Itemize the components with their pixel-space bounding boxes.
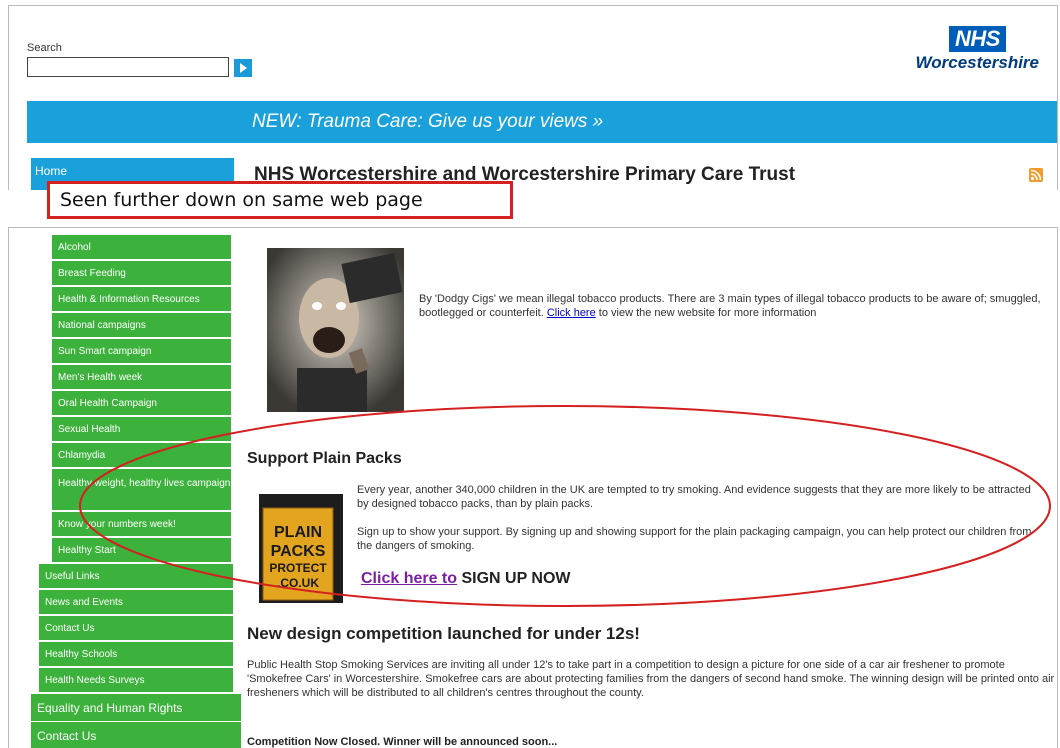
sidebar-item-health-needs-surveys[interactable]: Health Needs Surveys (39, 668, 233, 693)
dodgy-cigs-link[interactable]: Click here (547, 307, 596, 319)
dodgy-cigs-description: By 'Dodgy Cigs' we mean illegal tobacco … (419, 293, 1041, 319)
sidebar-item-equality[interactable]: Equality and Human Rights (31, 694, 241, 722)
news-banner[interactable]: NEW: Trauma Care: Give us your views » (27, 101, 1057, 143)
sidebar-item-contact-us[interactable]: Contact Us (39, 616, 233, 641)
page-header-snippet: Search NHS Worcestershire NEW: Trauma Ca… (8, 5, 1058, 190)
competition-heading: New design competition launched for unde… (247, 624, 640, 643)
search-submit-button[interactable] (234, 59, 252, 77)
sidebar-item-mens-health[interactable]: Men's Health week (52, 365, 231, 390)
sidebar-item-sun-smart[interactable]: Sun Smart campaign (52, 339, 231, 364)
rss-feed-icon[interactable] (1029, 168, 1043, 182)
search-label: Search (27, 42, 62, 54)
sidebar-item-contact-us-main[interactable]: Contact Us (31, 722, 241, 748)
nhs-logo: NHS (949, 26, 1006, 52)
play-arrow-icon (240, 63, 247, 73)
sidebar-item-health-resources[interactable]: Health & Information Resources (52, 287, 231, 312)
sidebar-item-national-campaigns[interactable]: National campaigns (52, 313, 231, 338)
annotation-caption-box: Seen further down on same web page (47, 181, 513, 219)
competition-text: Public Health Stop Smoking Services are … (247, 659, 1055, 699)
nhs-region-name: Worcestershire (915, 53, 1039, 72)
dodgy-cigs-poster-image[interactable] (267, 248, 404, 412)
annotation-caption: Seen further down on same web page (60, 189, 423, 211)
search-input[interactable] (27, 57, 229, 77)
competition-closed-notice: Competition Now Closed. Winner will be a… (247, 736, 558, 748)
page-content-snippet: Alcohol Breast Feeding Health & Informat… (8, 227, 1058, 748)
sidebar-item-breast-feeding[interactable]: Breast Feeding (52, 261, 231, 286)
sidebar-item-alcohol[interactable]: Alcohol (52, 235, 231, 260)
annotation-ellipse (79, 405, 1051, 607)
sidebar-item-healthy-schools[interactable]: Healthy Schools (39, 642, 233, 667)
banner-link[interactable]: NEW: Trauma Care: Give us your views » (252, 101, 603, 143)
